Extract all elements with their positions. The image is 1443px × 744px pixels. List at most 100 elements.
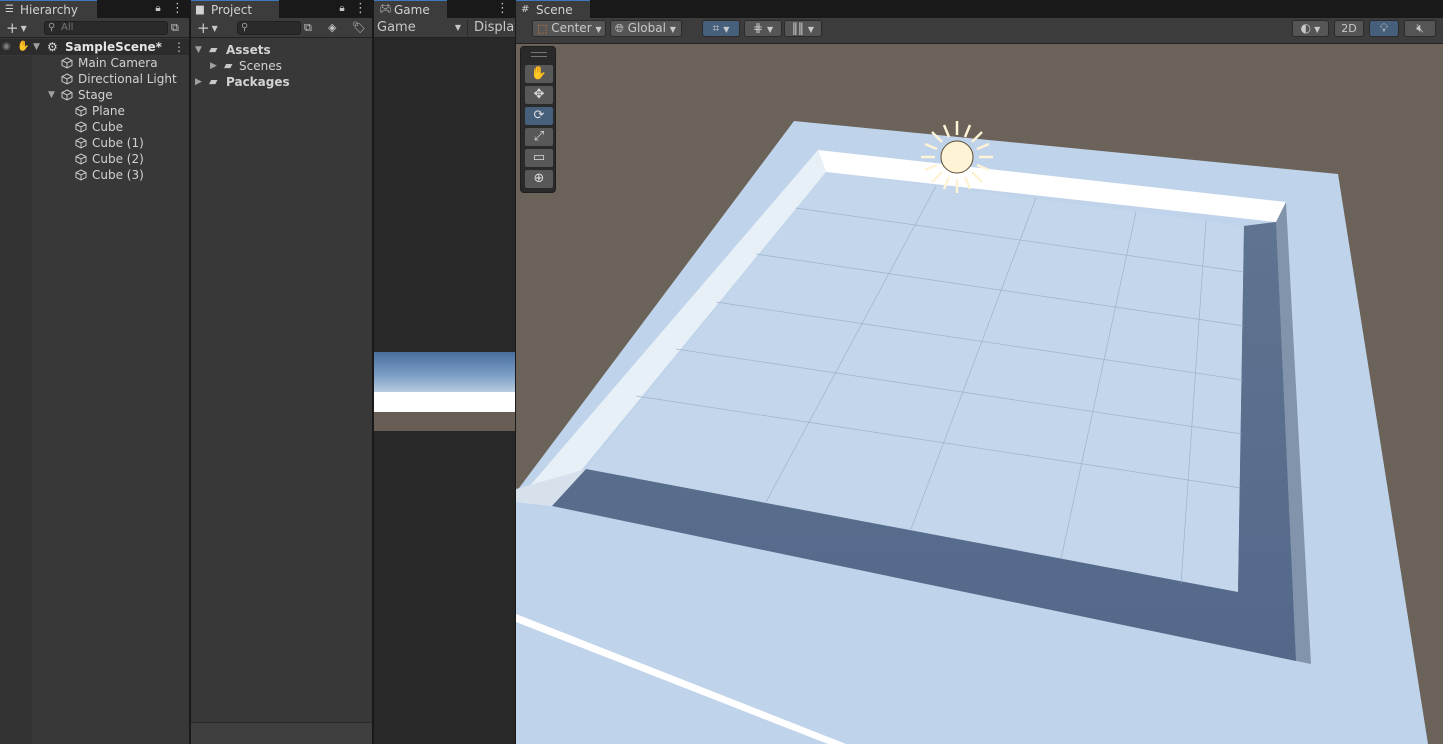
lighting-toggle[interactable]: 💡︎ bbox=[1369, 20, 1399, 37]
project-item-scenes[interactable]: ▶ ▰ Scenes bbox=[191, 58, 372, 74]
pivot-dropdown[interactable]: ⬚ Center ▼ bbox=[532, 20, 606, 37]
hierarchy-item-label: Cube (3) bbox=[92, 168, 144, 182]
game-view-horizon bbox=[374, 392, 515, 412]
expand-arrow-icon[interactable]: ▼ bbox=[33, 39, 40, 55]
expand-arrow-icon[interactable]: ▼ bbox=[48, 87, 55, 103]
project-search-input[interactable]: ⚲ bbox=[237, 21, 301, 35]
display-dropdown[interactable]: Display bbox=[474, 19, 515, 37]
scene-name: SampleScene* bbox=[65, 40, 162, 54]
audio-toggle[interactable]: 🔇︎ bbox=[1404, 20, 1436, 37]
transform-icon: ⊕ bbox=[533, 171, 545, 186]
shading-mode-icon: ◐ bbox=[1300, 21, 1312, 35]
move-tool[interactable]: ✥ bbox=[525, 86, 553, 104]
hierarchy-search-input[interactable]: ⚲ All bbox=[44, 21, 168, 35]
game-mode-dropdown[interactable]: Game ▼ bbox=[377, 19, 463, 37]
project-toolbar: + ▼ ⚲ ⧉ ◈ 🏷︎ bbox=[191, 18, 372, 38]
create-button[interactable]: + ▼ bbox=[197, 19, 218, 37]
dropdown-arrow-icon: ▼ bbox=[723, 25, 730, 34]
grid-snap-toggle[interactable]: ⌗ ▼ bbox=[702, 20, 740, 37]
panel-divider[interactable] bbox=[372, 0, 374, 744]
tab-hierarchy[interactable]: ☰ Hierarchy bbox=[0, 0, 97, 18]
scene-menu-icon[interactable]: ⋮ bbox=[173, 39, 185, 55]
game-view-render[interactable] bbox=[374, 352, 515, 431]
create-button[interactable]: + ▼ bbox=[6, 19, 27, 37]
game-tabbar: 🎮︎ Game ⋮ bbox=[374, 0, 515, 18]
gameobject-cube-icon bbox=[75, 169, 87, 181]
increment-snap-toggle[interactable]: ⋕ ▼ bbox=[744, 20, 782, 37]
search-options-icon[interactable]: ⧉ bbox=[304, 19, 312, 37]
dropdown-arrow-icon: ▼ bbox=[669, 25, 676, 34]
kebab-menu-icon[interactable]: ⋮ bbox=[496, 2, 509, 16]
toggle-2d-button[interactable]: 2D bbox=[1334, 20, 1364, 37]
game-view-ground bbox=[374, 412, 515, 431]
scene-viewport[interactable] bbox=[516, 44, 1443, 744]
gameobject-cube-icon bbox=[61, 57, 73, 69]
gameobject-cube-icon bbox=[61, 73, 73, 85]
project-item-label: Scenes bbox=[239, 59, 282, 73]
project-item-packages[interactable]: ▶ ▰ Packages bbox=[191, 74, 372, 90]
tab-project[interactable]: ▆ Project bbox=[191, 0, 279, 18]
scene-panel: # Scene ⬚ Center ▼ 🌐︎ Global ▼ ⌗ ▼ ⋕ ▼ ‖‖ ▼… bbox=[516, 0, 1443, 744]
transform-tool[interactable]: ⊕ bbox=[525, 170, 553, 188]
gamepad-icon: 🎮︎ bbox=[379, 4, 392, 15]
gameobject-cube-icon bbox=[75, 121, 87, 133]
filter-by-type-icon[interactable]: ◈ bbox=[328, 19, 336, 37]
hierarchy-tabbar: ☰ Hierarchy 🔒︎ ⋮ bbox=[0, 0, 189, 18]
hierarchy-item-label: Stage bbox=[78, 88, 113, 102]
tab-scene-label: Scene bbox=[536, 3, 573, 17]
increment-snap-icon: ⋕ bbox=[752, 21, 763, 35]
hierarchy-panel: ☰ Hierarchy 🔒︎ ⋮ + ▼ ⚲ All ⧉ ◉ ✋ ▼ ⚙ Samp… bbox=[0, 0, 189, 744]
ruler-toggle[interactable]: ‖‖ ▼ bbox=[784, 20, 822, 37]
folder-icon: ▰ bbox=[209, 75, 218, 88]
tab-scene[interactable]: # Scene bbox=[516, 0, 590, 18]
scene-row[interactable]: ◉ ✋ ▼ ⚙ SampleScene* ⋮ bbox=[0, 39, 189, 55]
collapse-arrow-icon[interactable]: ▶ bbox=[195, 74, 202, 90]
hierarchy-gutter bbox=[0, 56, 32, 744]
overlay-drag-handle[interactable] bbox=[531, 52, 547, 57]
rotate-icon: ⟳ bbox=[533, 108, 545, 123]
lock-icon[interactable]: 🔒︎ bbox=[337, 2, 347, 16]
tab-game[interactable]: 🎮︎ Game bbox=[374, 0, 447, 18]
panel-divider[interactable] bbox=[515, 0, 516, 744]
hierarchy-item-label: Cube bbox=[92, 120, 123, 134]
kebab-menu-icon[interactable]: ⋮ bbox=[354, 2, 367, 16]
rotate-tool[interactable]: ⟳ bbox=[525, 107, 553, 125]
pivot-label: Center bbox=[551, 21, 592, 35]
tab-game-label: Game bbox=[394, 3, 430, 17]
hierarchy-item-label: Cube (2) bbox=[92, 152, 144, 166]
lightbulb-icon: 💡︎ bbox=[1379, 21, 1389, 35]
scale-tool[interactable]: ⤢ bbox=[525, 128, 553, 146]
game-mode-label: Game bbox=[377, 20, 416, 35]
hand-icon: ✋ bbox=[530, 66, 548, 81]
grid-hash-icon: # bbox=[521, 4, 530, 15]
move-icon: ✥ bbox=[533, 87, 545, 102]
dropdown-arrow-icon: ▼ bbox=[454, 23, 461, 32]
scene-tabbar: # Scene bbox=[516, 0, 1443, 18]
dropdown-arrow-icon: ▼ bbox=[807, 25, 815, 34]
collapse-arrow-icon[interactable]: ▶ bbox=[210, 58, 217, 74]
visibility-eye-icon[interactable]: ◉ bbox=[2, 39, 11, 55]
gameobject-cube-icon bbox=[75, 153, 87, 165]
folder-icon: ▆ bbox=[196, 4, 204, 15]
filter-by-label-icon[interactable]: 🏷︎ bbox=[352, 19, 366, 37]
space-dropdown[interactable]: 🌐︎ Global ▼ bbox=[610, 20, 682, 37]
dropdown-arrow-icon: ▼ bbox=[595, 25, 602, 34]
draw-mode-dropdown[interactable]: ◐ ▼ bbox=[1292, 20, 1329, 37]
tab-hierarchy-label: Hierarchy bbox=[20, 3, 79, 17]
hierarchy-item-label: Main Camera bbox=[78, 56, 158, 70]
hand-tool[interactable]: ✋ bbox=[525, 65, 553, 83]
kebab-menu-icon[interactable]: ⋮ bbox=[171, 2, 184, 16]
rect-tool[interactable]: ▭ bbox=[525, 149, 553, 167]
space-label: Global bbox=[627, 21, 666, 35]
search-options-icon[interactable]: ⧉ bbox=[171, 19, 179, 37]
search-icon: ⚲ bbox=[48, 22, 56, 33]
lock-icon[interactable]: 🔒︎ bbox=[153, 2, 163, 16]
hierarchy-item-label: Directional Light bbox=[78, 72, 177, 86]
project-panel: ▆ Project 🔒︎ ⋮ + ▼ ⚲ ⧉ ◈ 🏷︎ ▼ ▰ Assets ▶ … bbox=[191, 0, 372, 744]
project-item-assets[interactable]: ▼ ▰ Assets bbox=[191, 42, 372, 58]
project-item-label: Assets bbox=[226, 43, 271, 57]
pickable-hand-icon[interactable]: ✋ bbox=[17, 39, 29, 55]
panel-divider[interactable] bbox=[189, 0, 191, 744]
pivot-icon: ⬚ bbox=[537, 22, 548, 35]
expand-arrow-icon[interactable]: ▼ bbox=[195, 42, 202, 58]
